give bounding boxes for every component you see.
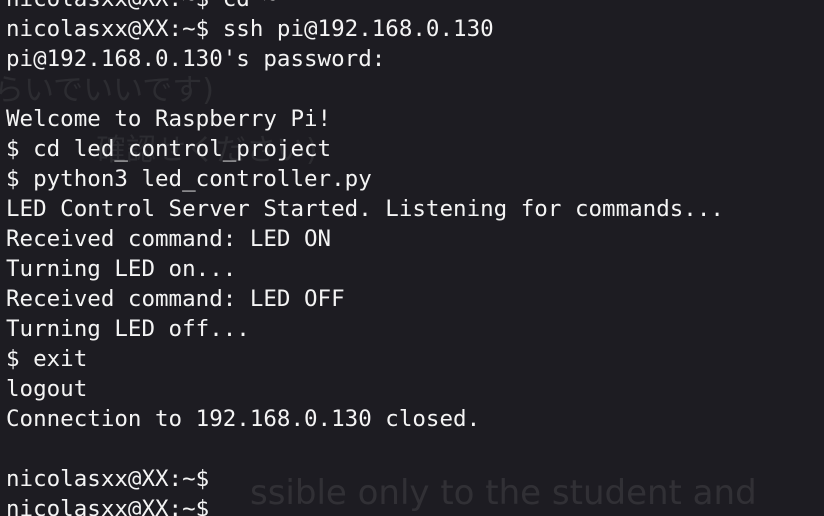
terminal-line: Received command: LED ON (6, 226, 332, 252)
terminal-output[interactable]: nicolasxx@XX:~$ cd ~ nicolasxx@XX:~$ ssh… (6, 0, 724, 516)
terminal-line: Received command: LED OFF (6, 286, 345, 312)
terminal-line: $ cd led_control_project (6, 136, 332, 162)
terminal-line: $ exit (6, 346, 88, 372)
terminal-line: $ python3 led_controller.py (6, 166, 372, 192)
terminal-prompt-line: nicolasxx@XX:~$ (6, 466, 210, 492)
terminal-prompt-line[interactable]: nicolasxx@XX:~$ (6, 494, 724, 516)
terminal-line: Turning LED on... (6, 256, 237, 282)
terminal-line: Connection to 192.168.0.130 closed. (6, 406, 481, 432)
terminal-line: nicolasxx@XX:~$ cd ~ (6, 0, 724, 14)
terminal-window[interactable]: らいでいいです) 確認せください) ssible only to the stu… (0, 0, 824, 516)
terminal-line: logout (6, 376, 88, 402)
terminal-line: pi@192.168.0.130's password: (6, 46, 386, 72)
terminal-line: LED Control Server Started. Listening fo… (6, 196, 724, 222)
terminal-line: Welcome to Raspberry Pi! (6, 106, 332, 132)
terminal-line: nicolasxx@XX:~$ ssh pi@192.168.0.130 (6, 16, 494, 42)
terminal-line: Turning LED off... (6, 316, 250, 342)
